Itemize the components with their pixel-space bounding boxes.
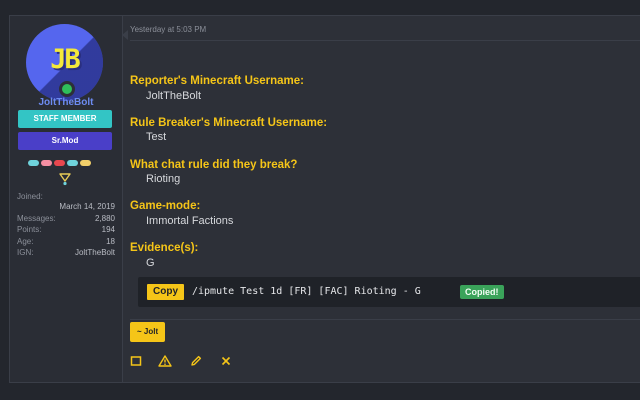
stat-joined-value-row: March 14, 2019 xyxy=(17,202,115,214)
stat-value: 18 xyxy=(106,236,115,246)
edit-icon[interactable] xyxy=(190,355,202,367)
field-value: Immortal Factions xyxy=(146,215,234,227)
badge-dot xyxy=(67,160,78,166)
copy-button[interactable]: Copy xyxy=(147,284,184,300)
signature-button[interactable]: ~ Jolt xyxy=(130,322,166,342)
code-block: Copy /ipmute Test 1d [FR] [FAC] Rioting … xyxy=(138,277,640,307)
badge-dot xyxy=(80,160,91,166)
message-post: JB JoltTheBolt STAFF MEMBER Sr.Mod Joine… xyxy=(9,15,640,383)
field-label: Evidence(s): xyxy=(130,242,199,254)
stat-label: Age: xyxy=(17,236,34,246)
signature-divider xyxy=(130,319,640,320)
badge-dot xyxy=(54,160,65,166)
report-icon[interactable] xyxy=(158,355,172,367)
staff-member-badge: STAFF MEMBER xyxy=(18,110,112,128)
badge-dot xyxy=(28,160,39,166)
stat-value: 194 xyxy=(101,225,115,234)
delete-icon[interactable] xyxy=(220,355,232,367)
field-label: Rule Breaker's Minecraft Username: xyxy=(130,117,328,129)
post-timestamp[interactable]: Yesterday at 5:03 PM xyxy=(130,25,206,34)
stat-row: Messages: 2,880 xyxy=(17,214,115,226)
stat-row: IGN: JoltTheBolt xyxy=(17,248,115,260)
command-text[interactable]: /ipmute Test 1d [FR] [FAC] Rioting - G xyxy=(192,284,421,300)
role-badge: Sr.Mod xyxy=(18,132,112,150)
avatar-initials: JB xyxy=(50,44,81,75)
username[interactable]: JoltTheBolt xyxy=(10,97,122,108)
stat-label: IGN: xyxy=(17,248,34,257)
select-icon[interactable] xyxy=(130,355,142,367)
stat-joined-label-row: Joined: xyxy=(17,192,115,202)
field-label: Reporter's Minecraft Username: xyxy=(130,75,305,87)
online-status-icon xyxy=(59,81,75,97)
message-content: Yesterday at 5:03 PM Reporter's Minecraf… xyxy=(130,16,640,382)
field-value: Rioting xyxy=(146,173,181,185)
message-arrow xyxy=(122,30,128,40)
badge-dots xyxy=(28,153,93,166)
stat-label: Joined: xyxy=(17,192,43,201)
copied-badge: Copied! xyxy=(460,285,504,299)
stat-label: Messages: xyxy=(17,213,56,223)
stat-value: 2,880 xyxy=(94,213,115,223)
stat-row: Points: 194 xyxy=(17,225,115,237)
stat-label: Points: xyxy=(17,225,42,234)
header-divider xyxy=(130,40,640,41)
stat-row: Age: 18 xyxy=(17,237,115,249)
field-value: G xyxy=(146,257,155,269)
field-label: What chat rule did they break? xyxy=(130,159,298,171)
field-value: JoltTheBolt xyxy=(146,90,202,102)
badge-dot xyxy=(41,160,52,166)
stat-value: March 14, 2019 xyxy=(59,202,115,211)
user-stats: Joined: March 14, 2019 Messages: 2,880 P… xyxy=(17,192,115,260)
user-sidebar: JB JoltTheBolt STAFF MEMBER Sr.Mod Joine… xyxy=(10,16,123,382)
trophy-icon[interactable] xyxy=(58,172,72,186)
field-label: Game-mode: xyxy=(130,200,201,212)
field-value: Test xyxy=(146,131,167,143)
stat-value: JoltTheBolt xyxy=(74,248,115,257)
